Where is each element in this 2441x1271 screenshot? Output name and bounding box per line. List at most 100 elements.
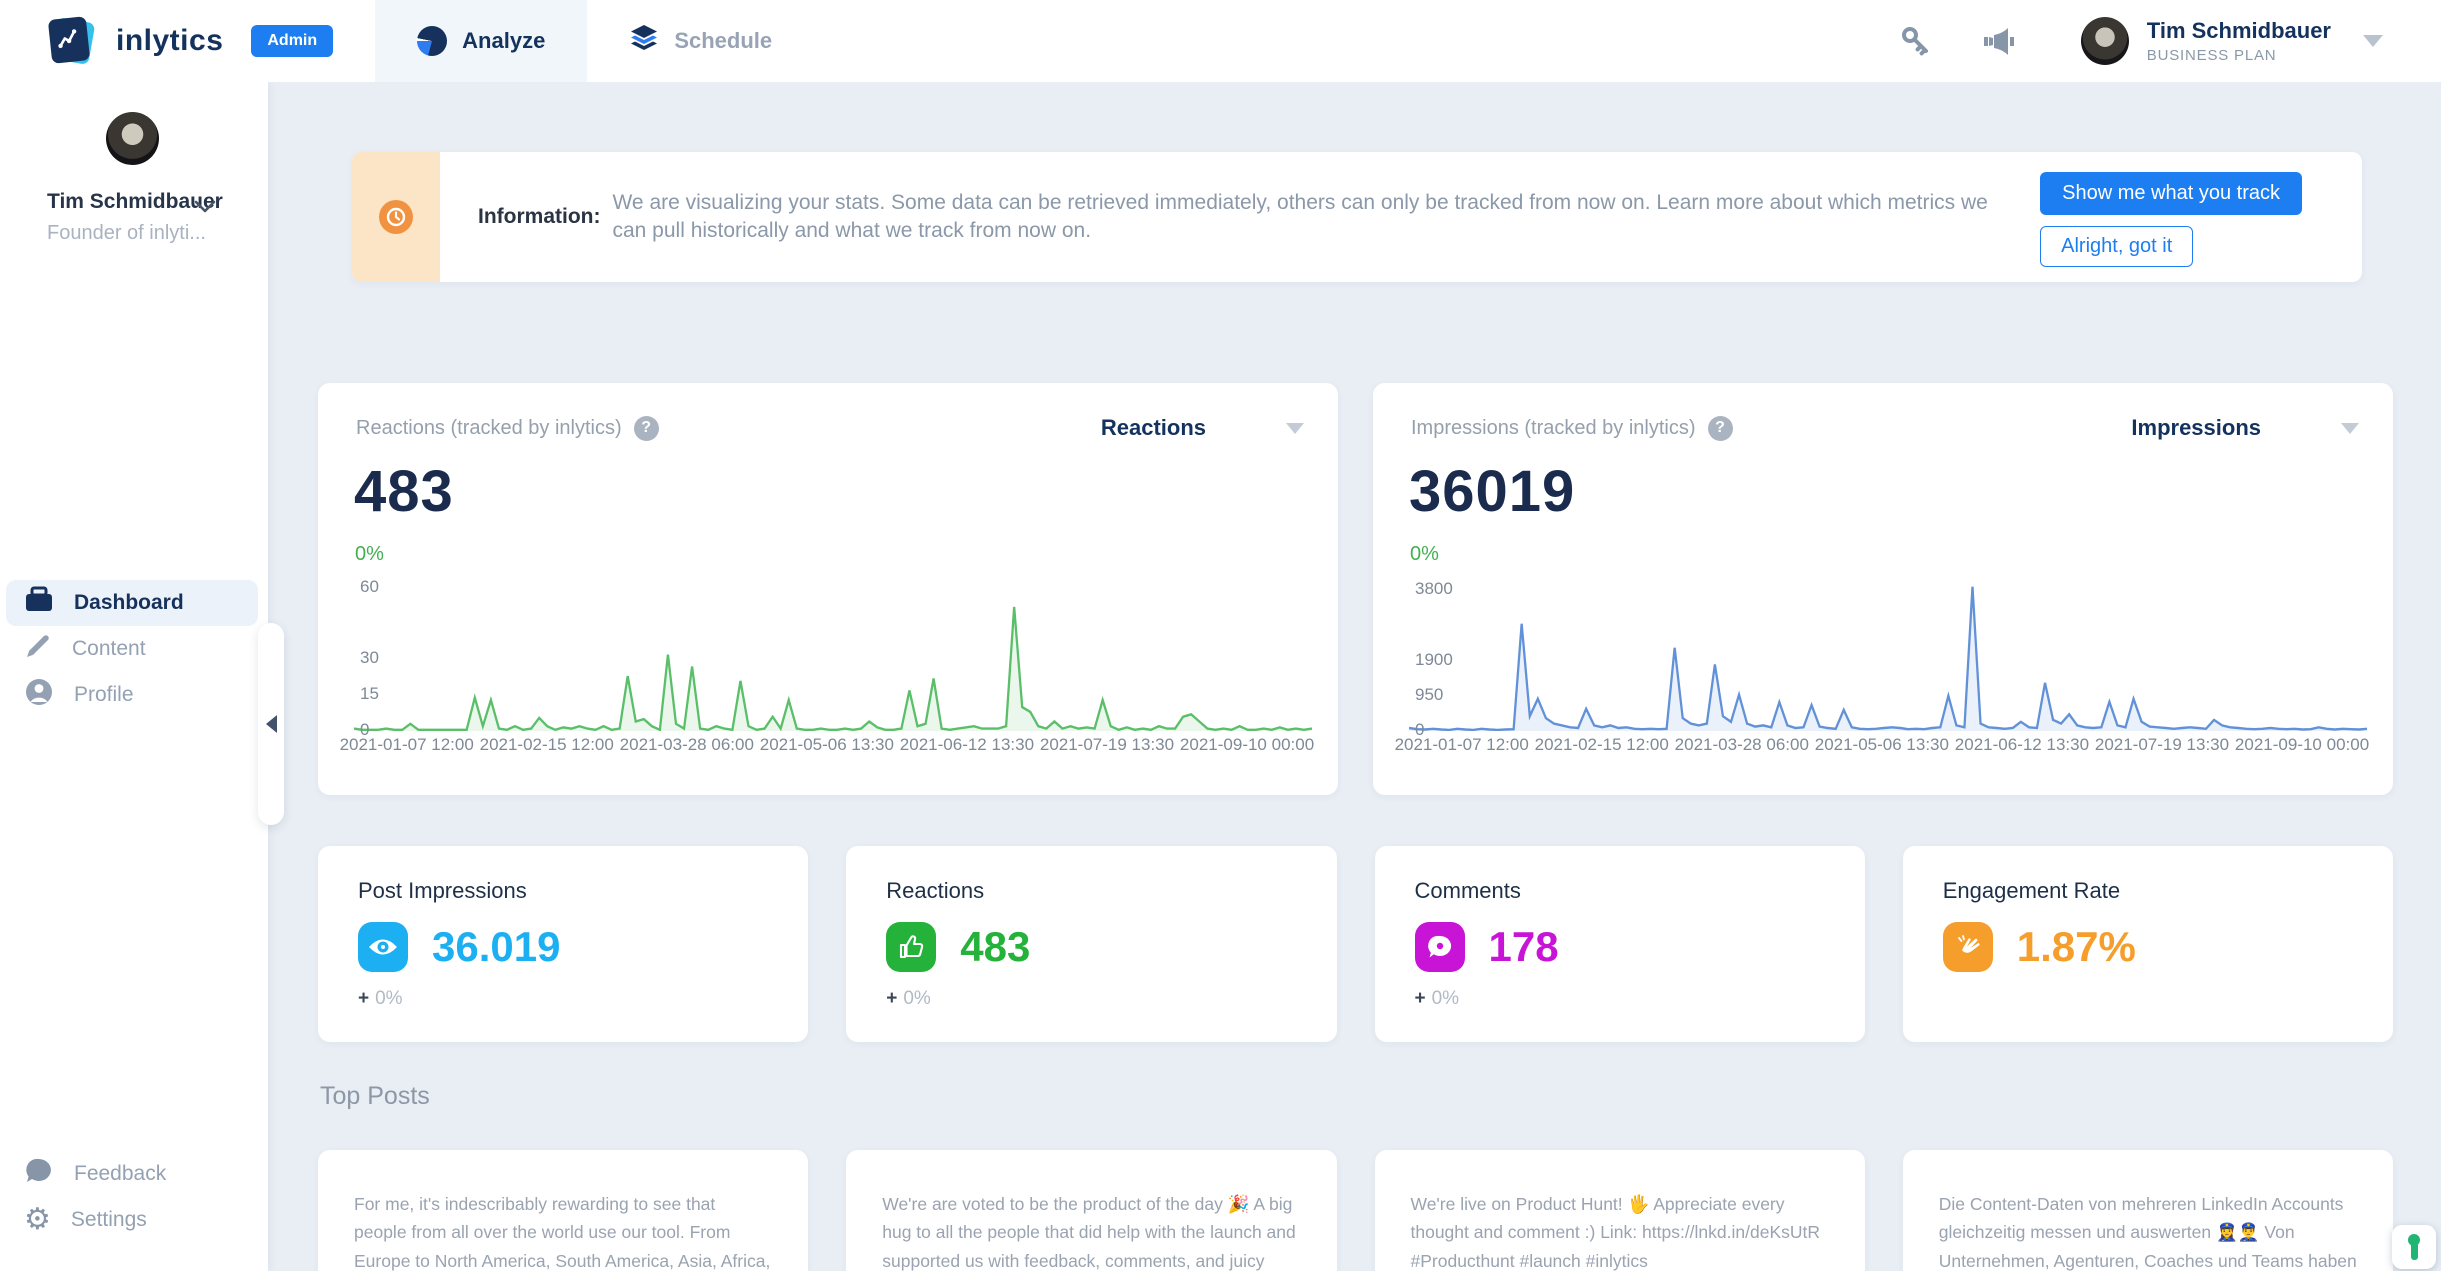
sidebar-footer: Feedback ⚙ Settings [0,1151,268,1271]
sidebar-item-content[interactable]: Content [6,626,258,672]
sidebar-item-label: Feedback [74,1162,166,1186]
x-axis-label: 2021-05-06 13:30 [760,735,894,755]
stats-row: Post Impressions 36.019 +0% Reactions 48… [318,846,2393,1022]
sidebar-item-dashboard[interactable]: Dashboard [6,580,258,626]
key-icon[interactable] [1895,20,1937,62]
reactions-chart-card: Reactions (tracked by inlytics) ? Reacti… [318,383,1338,795]
pie-chart-icon [417,26,447,56]
admin-badge[interactable]: Admin [251,25,333,57]
impressions-chart-card: Impressions (tracked by inlytics) ? Impr… [1373,383,2393,795]
x-axis-label: 2021-03-28 06:00 [620,735,754,755]
clock-icon [379,200,413,234]
stat-title: Post Impressions [358,878,768,904]
y-axis-tick: 60 [360,577,379,597]
sidebar-item-settings[interactable]: ⚙ Settings [6,1197,258,1243]
help-icon[interactable]: ? [634,416,659,441]
sidebar-item-profile[interactable]: Profile [6,672,258,718]
post-text: For me, it's indescribably rewarding to … [354,1190,772,1271]
comment-icon [1415,922,1465,972]
stat-value: 178 [1489,923,1559,971]
stat-card-reactions: Reactions 483 +0% [846,846,1336,1042]
stat-change: +0% [1415,988,1825,1010]
got-it-button[interactable]: Alright, got it [2040,226,2193,267]
layers-icon [629,24,659,58]
eye-icon [358,922,408,972]
x-axis-label: 2021-06-12 13:30 [900,735,1034,755]
x-axis-label: 2021-07-19 13:30 [2095,735,2229,755]
sidebar-profile: Tim Schmidbauer Founder of inlyti... [0,82,268,245]
tab-analyze-label: Analyze [462,28,545,54]
tab-analyze[interactable]: Analyze [375,0,587,82]
person-icon [24,677,54,713]
metric-selector[interactable]: Reactions [1101,415,1304,441]
sidebar-user-subtitle: Founder of inlyti... [47,222,268,245]
stat-card-post-impressions: Post Impressions 36.019 +0% [318,846,808,1042]
stat-card-comments: Comments 178 +0% [1375,846,1865,1042]
stat-title: Reactions [886,878,1296,904]
metric-change: 0% [355,543,384,566]
x-axis-label: 2021-05-06 13:30 [1815,735,1949,755]
keyhole-icon [2406,1234,2422,1260]
stat-title: Comments [1415,878,1825,904]
extension-widget-button[interactable] [2392,1225,2436,1269]
stat-card-engagement-rate: Engagement Rate 1.87% [1903,846,2393,1042]
top-posts-row: For me, it's indescribably rewarding to … [318,1150,2393,1271]
charts-row: Reactions (tracked by inlytics) ? Reacti… [318,383,2393,795]
chat-bubble-icon [24,1157,54,1191]
sidebar-item-feedback[interactable]: Feedback [6,1151,258,1197]
sidebar-user-name: Tim Schmidbauer [47,190,268,214]
main-content: Information: We are visualizing your sta… [268,82,2441,1271]
banner-label: Information: [478,205,600,229]
user-menu[interactable]: Tim Schmidbauer BUSINESS PLAN [2081,17,2383,65]
post-text: We're live on Product Hunt! 🖐 Appreciate… [1411,1190,1829,1271]
stat-change: +0% [886,988,1296,1010]
y-axis-tick: 950 [1415,685,1443,705]
dashboard-icon [24,586,54,620]
line-chart[interactable]: 01530602021-01-07 12:002021-02-15 12:002… [354,583,1312,755]
sidebar-item-label: Settings [71,1208,147,1232]
x-axis-label: 2021-03-28 06:00 [1675,735,1809,755]
collapse-arrow-icon [266,715,277,733]
sidebar-item-label: Content [72,637,146,661]
show-track-button[interactable]: Show me what you track [2040,172,2302,215]
stat-change [1943,988,2353,1010]
banner-text: We are visualizing your stats. Some data… [612,189,2002,246]
x-axis-label: 2021-02-15 12:00 [1535,735,1669,755]
metric-selector-label: Reactions [1101,415,1206,441]
x-axis-label: 2021-09-10 00:00 [1180,735,1314,755]
tab-schedule[interactable]: Schedule [587,0,814,82]
help-icon[interactable]: ? [1708,416,1733,441]
sidebar-nav: Dashboard Content Profile [0,580,268,718]
clap-icon [1943,922,1993,972]
post-card[interactable]: Die Content-Daten von mehreren LinkedIn … [1903,1150,2393,1271]
sidebar-avatar [106,112,159,165]
post-text: Die Content-Daten von mehreren LinkedIn … [1939,1190,2357,1271]
stat-title: Engagement Rate [1943,878,2353,904]
stat-value: 483 [960,923,1030,971]
chevron-down-icon[interactable] [194,200,216,219]
metric-change: 0% [1410,543,1439,566]
x-axis-label: 2021-01-07 12:00 [1395,735,1529,755]
pencil-icon [24,632,52,666]
metric-value: 36019 [1409,458,1575,525]
y-axis-tick: 1900 [1415,650,1453,670]
line-chart[interactable]: 0950190038002021-01-07 12:002021-02-15 1… [1409,583,2367,755]
post-card[interactable]: For me, it's indescribably rewarding to … [318,1150,808,1271]
post-card[interactable]: We're are voted to be the product of the… [846,1150,1336,1271]
sidebar: Tim Schmidbauer Founder of inlyti... Das… [0,82,268,1271]
chart-title: Impressions (tracked by inlytics) [1411,417,1696,440]
stat-change: +0% [358,988,768,1010]
megaphone-icon[interactable] [1977,20,2019,62]
brand: inlytics Admin [0,0,333,82]
x-axis-label: 2021-02-15 12:00 [480,735,614,755]
chevron-down-icon [2341,423,2359,434]
user-name: Tim Schmidbauer [2147,18,2331,44]
metric-selector[interactable]: Impressions [2131,415,2359,441]
post-card[interactable]: We're live on Product Hunt! 🖐 Appreciate… [1375,1150,1865,1271]
y-axis-tick: 15 [360,684,379,704]
y-axis-tick: 30 [360,648,379,668]
metric-selector-label: Impressions [2131,415,2261,441]
thumbs-up-icon [886,922,936,972]
top-navbar: inlytics Admin Analyze Schedule Tim Schm… [0,0,2441,82]
sidebar-collapse-handle[interactable] [258,623,284,825]
